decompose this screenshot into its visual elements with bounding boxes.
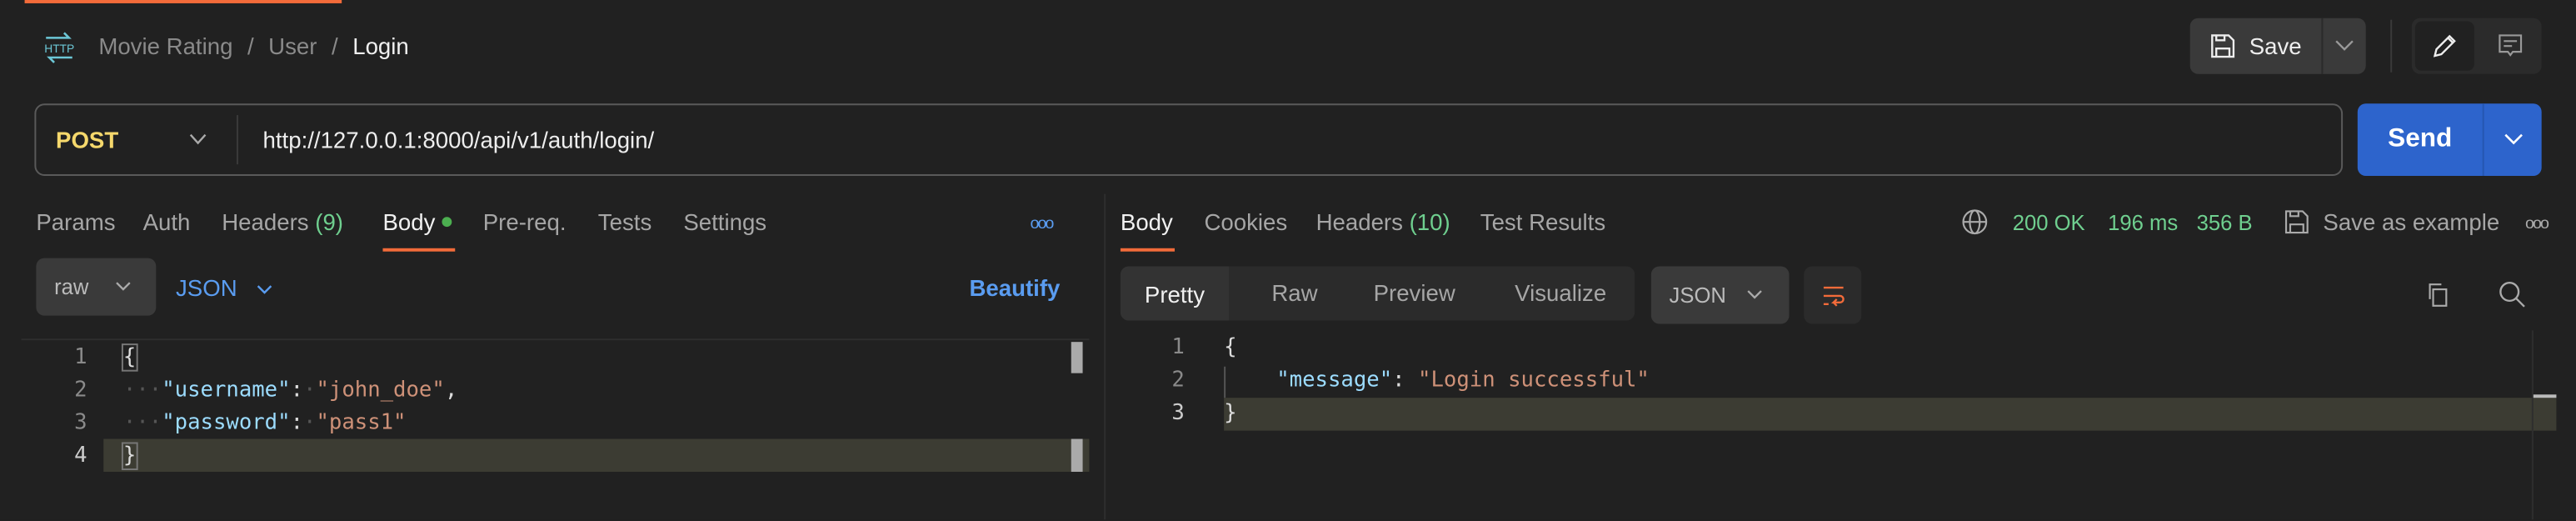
line-number: 2	[74, 378, 87, 403]
headers-count: (10)	[1409, 208, 1450, 235]
view-raw[interactable]: Raw	[1271, 279, 1317, 306]
status-code[interactable]: 200 OK	[2013, 210, 2085, 235]
code-brace: {	[121, 343, 138, 372]
tab-pre-request[interactable]: Pre-req.	[483, 208, 567, 235]
line-number: 3	[1171, 401, 1185, 426]
format-label: JSON	[1669, 283, 1726, 308]
line-number: 2	[1171, 368, 1185, 393]
svg-text:HTTP: HTTP	[44, 43, 74, 55]
line-number: 4	[74, 443, 87, 469]
body-mode-select[interactable]: raw	[36, 258, 157, 316]
more-options-icon[interactable]: ooo	[1030, 215, 1054, 233]
breadcrumb-collection[interactable]: Movie Rating	[98, 33, 232, 59]
line-number: 3	[74, 411, 87, 436]
save-options-chevron-icon[interactable]	[2323, 18, 2365, 74]
globe-icon[interactable]	[1962, 208, 1989, 235]
postman-request-view: HTTP Movie Rating / User / Login Save PO…	[0, 0, 2576, 521]
tab-auth[interactable]: Auth	[143, 208, 191, 235]
response-time[interactable]: 196 ms	[2108, 210, 2178, 235]
response-tab-cookies[interactable]: Cookies	[1204, 208, 1287, 235]
code-line: ···"username":·"john_doe",	[122, 378, 458, 403]
code-brace: }	[121, 442, 138, 470]
save-button[interactable]: Save	[2190, 18, 2322, 74]
save-icon	[2209, 33, 2236, 59]
active-tab-underline	[382, 248, 456, 252]
tab-tests[interactable]: Tests	[598, 208, 651, 235]
active-tab-indicator	[24, 0, 342, 3]
chevron-down-icon	[257, 284, 273, 296]
chevron-down-icon	[189, 133, 207, 147]
request-body-editor[interactable]: 1 2 3 4 { ···"username":·"john_doe", ···…	[21, 338, 1090, 521]
copy-icon[interactable]	[2425, 281, 2452, 308]
wrap-lines-icon[interactable]	[1804, 266, 1862, 324]
response-tab-body[interactable]: Body	[1121, 208, 1173, 235]
breadcrumb-separator: /	[247, 33, 254, 59]
tab-label: Body	[382, 208, 436, 235]
breadcrumb: Movie Rating / User / Login	[98, 33, 408, 59]
response-format-select[interactable]: JSON	[1650, 266, 1790, 324]
chevron-down-icon	[115, 281, 132, 293]
chevron-down-icon	[1746, 289, 1763, 301]
search-icon[interactable]	[2497, 279, 2526, 308]
url-input[interactable]: http://127.0.0.1:8000/api/v1/auth/login/	[263, 127, 655, 153]
response-size[interactable]: 356 B	[2197, 210, 2253, 235]
method-label: POST	[56, 126, 119, 153]
code-line: "message": "Login successful"	[1276, 368, 1650, 393]
http-icon: HTTP	[42, 31, 75, 63]
tab-settings[interactable]: Settings	[683, 208, 766, 235]
code-brace: }	[1224, 401, 1237, 426]
view-pretty[interactable]: Pretty	[1120, 266, 1230, 321]
scrollbar-marker	[1071, 438, 1083, 472]
save-button-group: Save	[2189, 18, 2366, 74]
body-mode-label: raw	[54, 274, 89, 299]
send-options-chevron-icon[interactable]	[2484, 103, 2542, 176]
response-tab-headers[interactable]: Headers (10)	[1316, 208, 1450, 235]
response-tab-test-results[interactable]: Test Results	[1480, 208, 1605, 235]
scrollbar-thumb[interactable]	[1071, 342, 1083, 373]
comment-icon[interactable]	[2481, 22, 2540, 71]
method-select[interactable]: POST	[36, 105, 237, 174]
divider	[2390, 19, 2393, 73]
save-example-icon	[2284, 208, 2310, 235]
more-options-icon[interactable]: ooo	[2525, 215, 2549, 233]
tab-body[interactable]: Body	[382, 208, 452, 235]
tab-label: Headers	[1315, 208, 1403, 235]
breadcrumb-current: Login	[352, 33, 409, 59]
save-label: Save	[2249, 33, 2302, 59]
send-button-group: Send	[2357, 103, 2542, 177]
send-button[interactable]: Send	[2358, 103, 2483, 176]
body-language-select[interactable]: JSON	[176, 274, 273, 301]
current-line-highlight	[1224, 398, 2557, 431]
tab-label: Headers	[222, 208, 309, 235]
response-body-viewer[interactable]: 1 2 3 { "message": "Login successful" }	[1106, 330, 2576, 520]
tab-params[interactable]: Params	[36, 208, 115, 235]
view-visualize[interactable]: Visualize	[1515, 279, 1606, 306]
response-view-segmented: Pretty Raw Preview Visualize	[1120, 266, 1635, 321]
current-line-highlight	[103, 438, 1090, 472]
view-mode-toggle	[2411, 18, 2542, 74]
beautify-button[interactable]: Beautify	[969, 274, 1060, 301]
headers-count: (9)	[315, 208, 344, 235]
breadcrumb-folder[interactable]: User	[268, 33, 317, 59]
line-number: 1	[74, 345, 87, 370]
url-bar: POST http://127.0.0.1:8000/api/v1/auth/l…	[34, 103, 2344, 177]
active-tab-underline	[1120, 248, 1175, 252]
code-line: ···"password":·"pass1"	[122, 411, 407, 436]
scrollbar-marker	[2533, 394, 2557, 398]
save-as-example-button[interactable]: Save as example	[2323, 208, 2499, 235]
language-label: JSON	[176, 274, 237, 301]
view-preview[interactable]: Preview	[1374, 279, 1455, 306]
tab-headers[interactable]: Headers (9)	[222, 208, 343, 235]
breadcrumb-separator: /	[332, 33, 338, 59]
edit-pencil-icon[interactable]	[2414, 21, 2474, 71]
line-number: 1	[1171, 335, 1185, 360]
code-brace: {	[1224, 335, 1237, 360]
body-indicator-dot	[442, 217, 452, 228]
